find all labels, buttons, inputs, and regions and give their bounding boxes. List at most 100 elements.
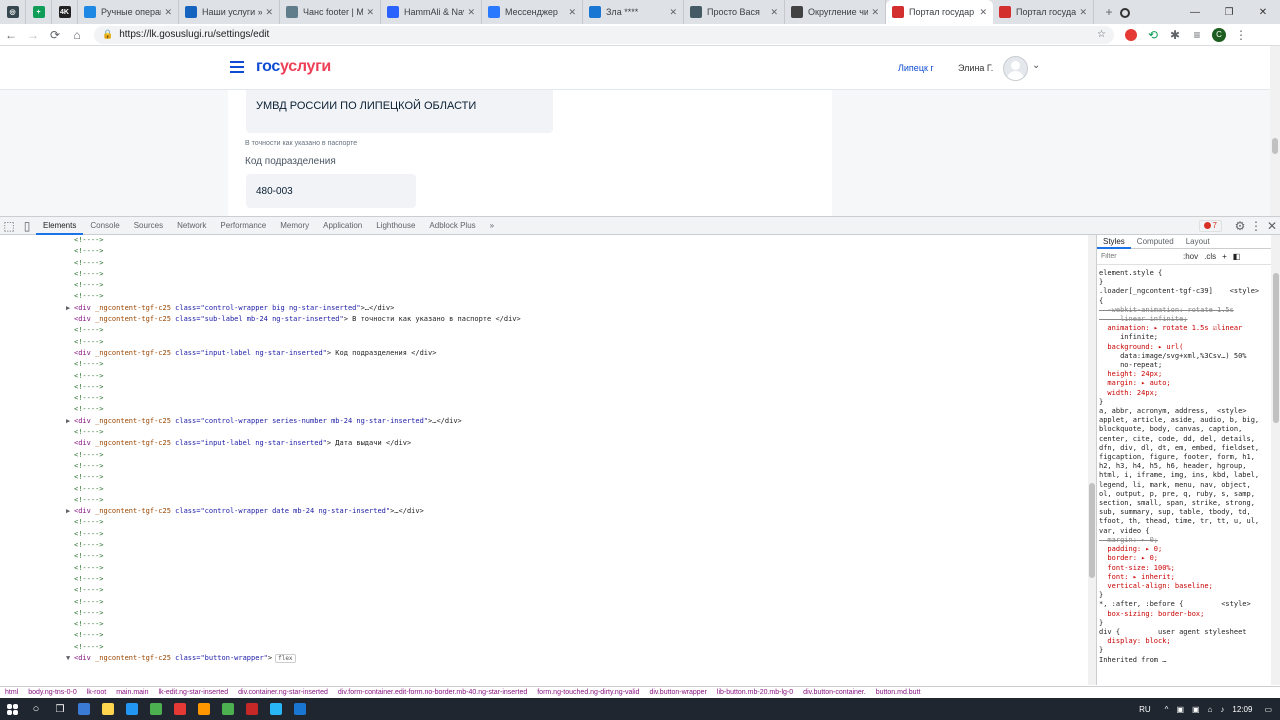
tab-close-icon[interactable]: ✕ [164, 7, 172, 18]
dom-node[interactable]: <!----> [0, 484, 1088, 495]
styles-tab-computed[interactable]: Computed [1131, 235, 1180, 249]
devtools-tab-memory[interactable]: Memory [273, 217, 316, 235]
tab-close-icon[interactable]: ✕ [366, 7, 374, 18]
browser-tab[interactable]: Ручные операц ✕ [78, 0, 179, 24]
breadcrumb-item[interactable]: html [0, 689, 23, 696]
tab-close-icon[interactable]: ✕ [467, 7, 475, 18]
windows-start-icon[interactable] [0, 698, 24, 720]
elements-dom-tree[interactable]: <!----> <!----> <!----> <!----> <!----> <!---… [0, 235, 1088, 685]
expand-arrow-icon[interactable]: ▶ [66, 506, 74, 517]
dom-node[interactable]: <!----> [0, 517, 1088, 528]
breadcrumb-item[interactable]: lk-edit.ng-star-inserted [154, 689, 234, 696]
page-scrollbar[interactable] [1270, 46, 1280, 216]
forward-icon[interactable]: → [22, 24, 44, 46]
flex-badge[interactable]: flex [275, 653, 296, 663]
tab-close-icon[interactable]: ✕ [265, 7, 273, 18]
browser-tab[interactable]: HammAli & Navi ✕ [381, 0, 482, 24]
keyboard-language[interactable]: RU [1139, 705, 1151, 714]
dom-node[interactable]: <!----> [0, 269, 1088, 280]
reading-list-icon[interactable]: ≡ [1186, 24, 1208, 46]
devtools-tab-adblock-plus[interactable]: Adblock Plus [422, 217, 482, 235]
adblock-extension-icon[interactable] [1120, 24, 1142, 46]
elements-scrollbar[interactable] [1088, 235, 1096, 685]
clock[interactable]: 12:09 [1232, 705, 1252, 714]
taskbar-app-icon[interactable] [216, 698, 240, 720]
notifications-icon[interactable]: ▭ [1264, 705, 1272, 714]
dom-node[interactable]: <div _ngcontent-tgf-c25 class="sub-label… [0, 314, 1088, 325]
new-rule-icon[interactable]: + [1222, 252, 1227, 261]
settings-gear-icon[interactable]: ⚙ [1232, 215, 1248, 237]
devtools-tab-lighthouse[interactable]: Lighthouse [369, 217, 422, 235]
tab-close-icon[interactable]: ✕ [1079, 7, 1087, 18]
dom-node[interactable]: <!----> [0, 619, 1088, 630]
dom-node[interactable]: <!----> [0, 461, 1088, 472]
tray-chevron-icon[interactable]: ^ [1165, 705, 1169, 714]
hov-toggle[interactable]: :hov [1183, 252, 1198, 261]
browser-tab[interactable]: Зла **** ✕ [583, 0, 684, 24]
styles-scrollbar[interactable] [1271, 235, 1280, 685]
breadcrumb-item[interactable]: div.form-container.edit-form.no-border.m… [333, 689, 532, 696]
hamburger-menu-icon[interactable] [230, 61, 244, 73]
bookmark-star-icon[interactable]: ☆ [1097, 29, 1106, 40]
dom-node[interactable]: <!----> [0, 608, 1088, 619]
dom-node[interactable]: <!----> [0, 235, 1088, 246]
dom-node[interactable]: <!----> [0, 529, 1088, 540]
breadcrumb-item[interactable]: div.button-container. [798, 689, 871, 696]
breadcrumb-item[interactable]: body.ng-tns-0-0 [23, 689, 82, 696]
devtools-tab-console[interactable]: Console [83, 217, 126, 235]
close-window-icon[interactable]: ✕ [1246, 7, 1280, 18]
taskbar-app-icon[interactable] [192, 698, 216, 720]
pinned-tab[interactable]: + [26, 0, 52, 24]
region-link[interactable]: Липецк г [898, 63, 934, 73]
dom-node[interactable]: <!----> [0, 574, 1088, 585]
breadcrumb-item[interactable]: lk-root [82, 689, 111, 696]
browser-tab[interactable]: Портал государ ✕ [886, 0, 993, 24]
styles-tab-layout[interactable]: Layout [1180, 235, 1216, 249]
error-badge[interactable]: 7 [1198, 219, 1222, 232]
network-icon[interactable]: ⌂ [1208, 705, 1213, 714]
dom-node[interactable]: <!----> [0, 291, 1088, 302]
dom-node[interactable]: <!----> [0, 450, 1088, 461]
code-field[interactable]: 480-003 [246, 174, 416, 208]
cls-toggle[interactable]: .cls [1204, 252, 1216, 261]
breadcrumb-item[interactable]: div.button-wrapper [644, 689, 711, 696]
profile-indicator-icon[interactable] [1120, 8, 1130, 18]
browser-tab[interactable]: Просто Вася ✕ [684, 0, 785, 24]
inspect-element-icon[interactable]: ⬚ [0, 215, 18, 237]
toggle-sidebar-icon[interactable]: ◧ [1233, 252, 1241, 261]
dom-node[interactable]: <!----> [0, 495, 1088, 506]
dom-node[interactable]: <!----> [0, 472, 1088, 483]
taskbar-app-icon[interactable] [72, 698, 96, 720]
back-icon[interactable]: ← [0, 24, 22, 46]
user-name[interactable]: Элина Г. [958, 63, 993, 73]
devtools-tab-performance[interactable]: Performance [213, 217, 273, 235]
expand-arrow-icon[interactable]: ▶ [66, 303, 74, 314]
devtools-tab-application[interactable]: Application [316, 217, 369, 235]
taskbar-app-icon[interactable] [264, 698, 288, 720]
breadcrumb-item[interactable]: lib-button.mb-20.mb-lg-0 [712, 689, 798, 696]
browser-tab[interactable]: Округление чис ✕ [785, 0, 886, 24]
dom-node[interactable]: <!----> [0, 630, 1088, 641]
dom-node[interactable]: <!----> [0, 393, 1088, 404]
dom-node[interactable]: <!----> [0, 642, 1088, 653]
dom-node[interactable]: <!----> [0, 280, 1088, 291]
more-options-icon[interactable]: ⋮ [1248, 215, 1264, 237]
pinned-tab[interactable]: ◎ [0, 0, 26, 24]
reload-icon[interactable]: ⟳ [44, 24, 66, 46]
dom-node[interactable]: <!----> [0, 246, 1088, 257]
dom-node[interactable]: ▶ <div _ngcontent-tgf-c25 class="control-… [0, 416, 1088, 427]
tab-close-icon[interactable]: ✕ [669, 7, 677, 18]
tab-close-icon[interactable]: ✕ [979, 7, 987, 18]
styles-tab-styles[interactable]: Styles [1097, 235, 1131, 249]
sync-extension-icon[interactable]: ⟲ [1142, 24, 1164, 46]
issued-by-field[interactable]: УМВД РОССИИ ПО ЛИПЕЦКОЙ ОБЛАСТИ [246, 90, 553, 133]
search-icon[interactable]: ○ [24, 698, 48, 720]
browser-tab[interactable]: Мессенджер ✕ [482, 0, 583, 24]
dom-node[interactable]: <!----> [0, 404, 1088, 415]
home-icon[interactable]: ⌂ [66, 24, 88, 46]
extensions-puzzle-icon[interactable]: ✱ [1164, 24, 1186, 46]
browser-tab[interactable]: Наши услуги » Р✕ [179, 0, 280, 24]
collapse-arrow-icon[interactable]: ▼ [66, 653, 74, 664]
tab-close-icon[interactable]: ✕ [568, 7, 576, 18]
tab-close-icon[interactable]: ✕ [770, 7, 778, 18]
